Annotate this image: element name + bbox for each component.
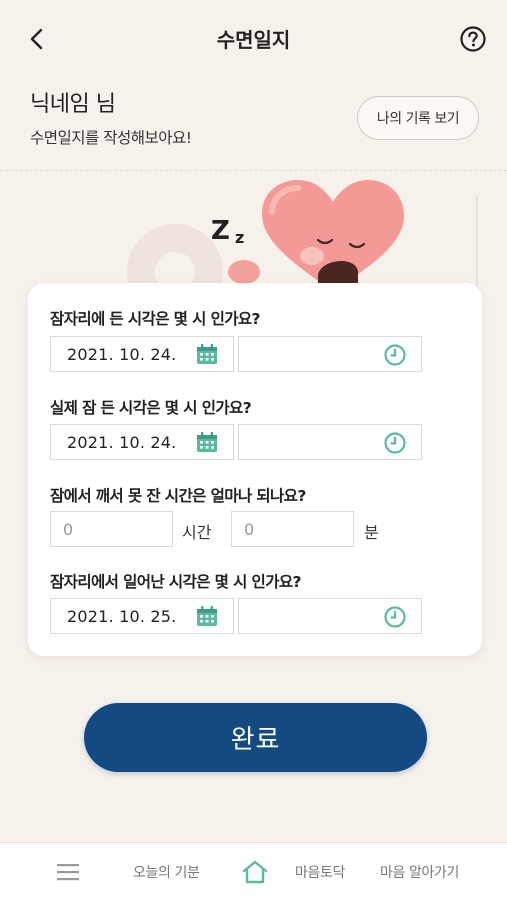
minutes-unit-label: 분 [364,523,379,542]
nav-mind-comfort-label: 마음토닥 [295,865,345,881]
sleep-onset-time-field[interactable] [238,424,422,460]
chevron-left-icon [30,28,43,50]
awake-minutes-input[interactable]: 0 [231,511,354,547]
wake-up-time-field[interactable] [238,598,422,634]
clock-icon [384,344,406,366]
wake-up-date-value: 2021. 10. 25. [67,606,177,626]
page-title: 수면일지 [216,27,291,52]
nav-today-mood-label: 오늘의 기분 [133,865,200,881]
bottom-navigation: 오늘의 기분 마음토닥 마음 알아가기 [0,842,507,900]
awake-hours-placeholder: 0 [63,519,74,539]
user-greeting: 닉네임 님 수면일지를 작성해보아요! [30,86,192,148]
dotted-divider [0,170,507,171]
wake-up-date-field[interactable]: 2021. 10. 25. [50,598,234,634]
bedtime-date-field[interactable]: 2021. 10. 24. [50,336,234,372]
help-icon[interactable] [459,25,487,53]
complete-button[interactable]: 완료 [84,703,427,772]
nav-home[interactable] [241,843,269,900]
bedtime-time-field[interactable] [238,336,422,372]
sleeping-heart-illustration: Z z [0,172,507,292]
sleep-diary-form-card: 잠자리에 든 시각은 몇 시 인가요? 2021. 10. 24. 실제 잠 든… [28,283,482,656]
awake-minutes-placeholder: 0 [244,519,255,539]
sleep-onset-date-value: 2021. 10. 24. [67,432,177,452]
decor-line [476,194,478,286]
question-bedtime-label: 잠자리에 든 시각은 몇 시 인가요? [50,310,261,328]
question-wake-up-label: 잠자리에서 일어난 시각은 몇 시 인가요? [50,573,302,591]
nav-know-mind[interactable]: 마음 알아가기 [380,843,459,900]
calendar-icon [197,606,217,626]
calendar-icon [197,432,217,452]
awake-hours-input[interactable]: 0 [50,511,173,547]
my-records-button[interactable]: 나의 기록 보기 [357,96,479,140]
sleep-onset-date-field[interactable]: 2021. 10. 24. [50,424,234,460]
top-bar: 수면일지 [0,0,507,78]
sleep-z-large: Z [211,216,230,246]
nickname: 닉네임 님 [30,92,116,117]
clock-icon [384,432,406,454]
nav-today-mood[interactable]: 오늘의 기분 [133,843,200,900]
sleep-z-small: z [235,228,245,247]
menu-button[interactable] [56,843,80,900]
question-sleep-onset-label: 실제 잠 든 시각은 몇 시 인가요? [50,399,252,417]
hamburger-menu-icon [57,864,79,881]
question-awake-duration-label: 잠에서 깨서 못 잔 시간은 얼마나 되나요? [50,487,306,505]
bedtime-date-value: 2021. 10. 24. [67,344,177,364]
greeting-subtitle: 수면일지를 작성해보아요! [30,129,192,147]
clock-icon [384,606,406,628]
nav-mind-comfort[interactable]: 마음토닥 [295,843,345,900]
back-button[interactable] [22,24,52,54]
hours-unit-label: 시간 [182,523,212,542]
calendar-icon [197,344,217,364]
home-icon [242,860,268,884]
nav-know-mind-label: 마음 알아가기 [380,865,459,881]
